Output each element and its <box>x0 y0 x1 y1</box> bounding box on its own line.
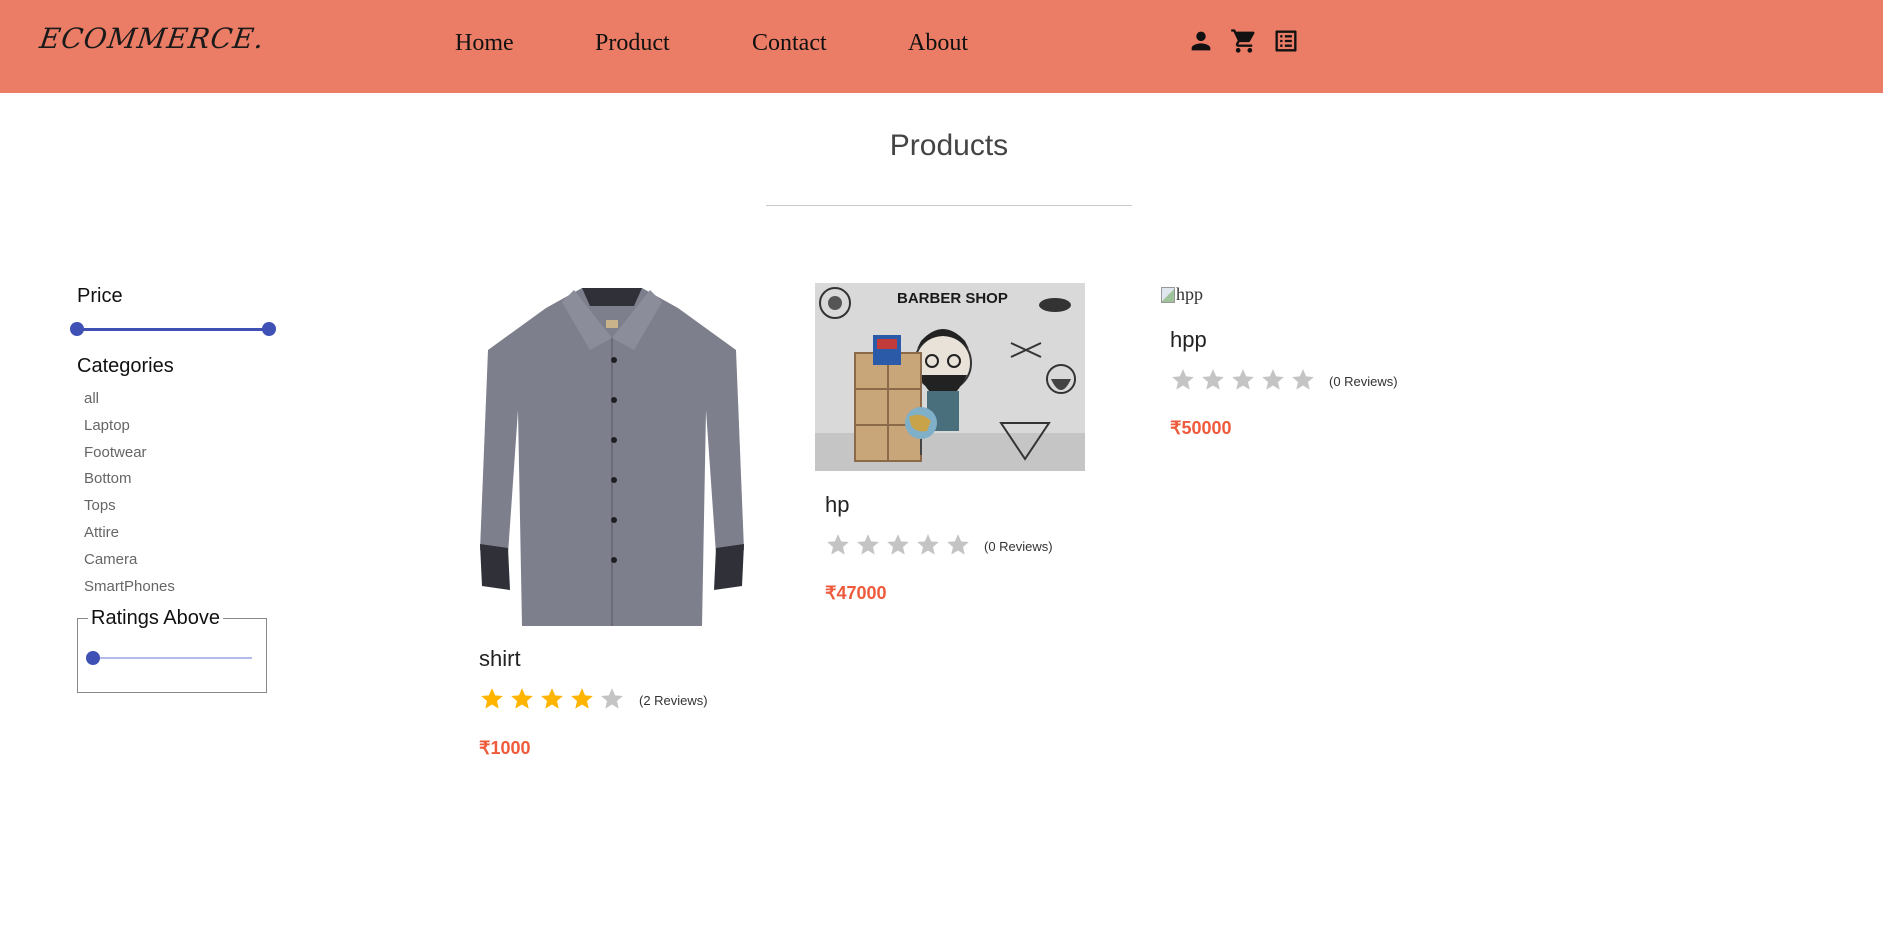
product-price: ₹50000 <box>1170 418 1232 438</box>
star-empty-icon <box>1292 369 1314 390</box>
price-min-thumb[interactable] <box>70 322 84 336</box>
star-empty-icon <box>857 534 879 555</box>
category-bottom[interactable]: Bottom <box>84 468 175 495</box>
product-card-shirt[interactable]: shirt (2 Reviews) ₹1000 <box>470 280 760 770</box>
category-list: all Laptop Footwear Bottom Tops Attire C… <box>84 388 175 602</box>
category-footwear[interactable]: Footwear <box>84 442 175 469</box>
product-card-hpp[interactable]: hpp (0 Reviews) ₹50000 <box>1170 322 1460 452</box>
product-rating-stars <box>479 686 625 712</box>
category-smartphones[interactable]: SmartPhones <box>84 576 175 603</box>
title-divider <box>766 205 1132 206</box>
product-name: hpp <box>1170 327 1207 352</box>
product-name: hp <box>825 492 850 517</box>
star-empty-icon <box>1172 369 1194 390</box>
categories-heading: Categories <box>77 355 174 377</box>
top-navbar: ECOMMERCE. Home Product Contact About <box>0 0 1883 93</box>
product-reviews-count: (0 Reviews) <box>1329 374 1398 389</box>
price-slider-track[interactable] <box>77 328 269 331</box>
barber-shop-sign: BARBER SHOP <box>897 290 1008 307</box>
nav-contact-link[interactable]: Contact <box>752 30 827 57</box>
star-empty-icon <box>917 534 939 555</box>
star-filled-icon <box>481 688 503 709</box>
ratings-heading: Ratings Above <box>91 607 220 629</box>
product-reviews-count: (2 Reviews) <box>639 693 708 708</box>
nav-product-link[interactable]: Product <box>595 30 670 57</box>
category-attire[interactable]: Attire <box>84 522 175 549</box>
ratings-slider-thumb[interactable] <box>86 651 100 665</box>
broken-image-placeholder: hpp <box>1161 284 1203 305</box>
product-card-hp[interactable]: BARBER SHOP hp (0 Reviews) ₹47000 <box>815 283 1105 613</box>
product-name: shirt <box>479 646 521 671</box>
nav-about-link[interactable]: About <box>908 30 968 57</box>
barber-shop-image: BARBER SHOP <box>815 283 1085 471</box>
orders-list-icon[interactable] <box>1272 27 1300 55</box>
price-max-thumb[interactable] <box>262 322 276 336</box>
product-rating-stars <box>825 532 971 558</box>
star-empty-icon <box>1262 369 1284 390</box>
category-all[interactable]: all <box>84 388 175 415</box>
ratings-slider-track[interactable] <box>92 657 252 659</box>
category-laptop[interactable]: Laptop <box>84 415 175 442</box>
price-filter-heading: Price <box>77 285 123 307</box>
category-tops[interactable]: Tops <box>84 495 175 522</box>
star-empty-icon <box>887 534 909 555</box>
product-price: ₹47000 <box>825 583 887 603</box>
star-filled-icon <box>571 688 593 709</box>
star-empty-icon <box>947 534 969 555</box>
product-price: ₹1000 <box>479 738 531 758</box>
category-camera[interactable]: Camera <box>84 549 175 576</box>
site-logo[interactable]: ECOMMERCE. <box>38 22 267 55</box>
image-alt-text: hpp <box>1176 284 1203 304</box>
shirt-image <box>480 288 744 626</box>
star-filled-icon <box>541 688 563 709</box>
broken-image-icon <box>1161 286 1175 303</box>
cart-icon[interactable] <box>1230 27 1258 55</box>
nav-home-link[interactable]: Home <box>455 30 514 57</box>
star-empty-icon <box>1202 369 1224 390</box>
star-empty-icon <box>827 534 849 555</box>
page-title: Products <box>889 129 1009 162</box>
product-rating-stars <box>1170 367 1316 393</box>
person-icon[interactable] <box>1187 27 1215 55</box>
product-reviews-count: (0 Reviews) <box>984 539 1053 554</box>
star-filled-icon <box>511 688 533 709</box>
star-empty-icon <box>601 688 623 709</box>
star-empty-icon <box>1232 369 1254 390</box>
ratings-filter: Ratings Above <box>77 608 267 693</box>
